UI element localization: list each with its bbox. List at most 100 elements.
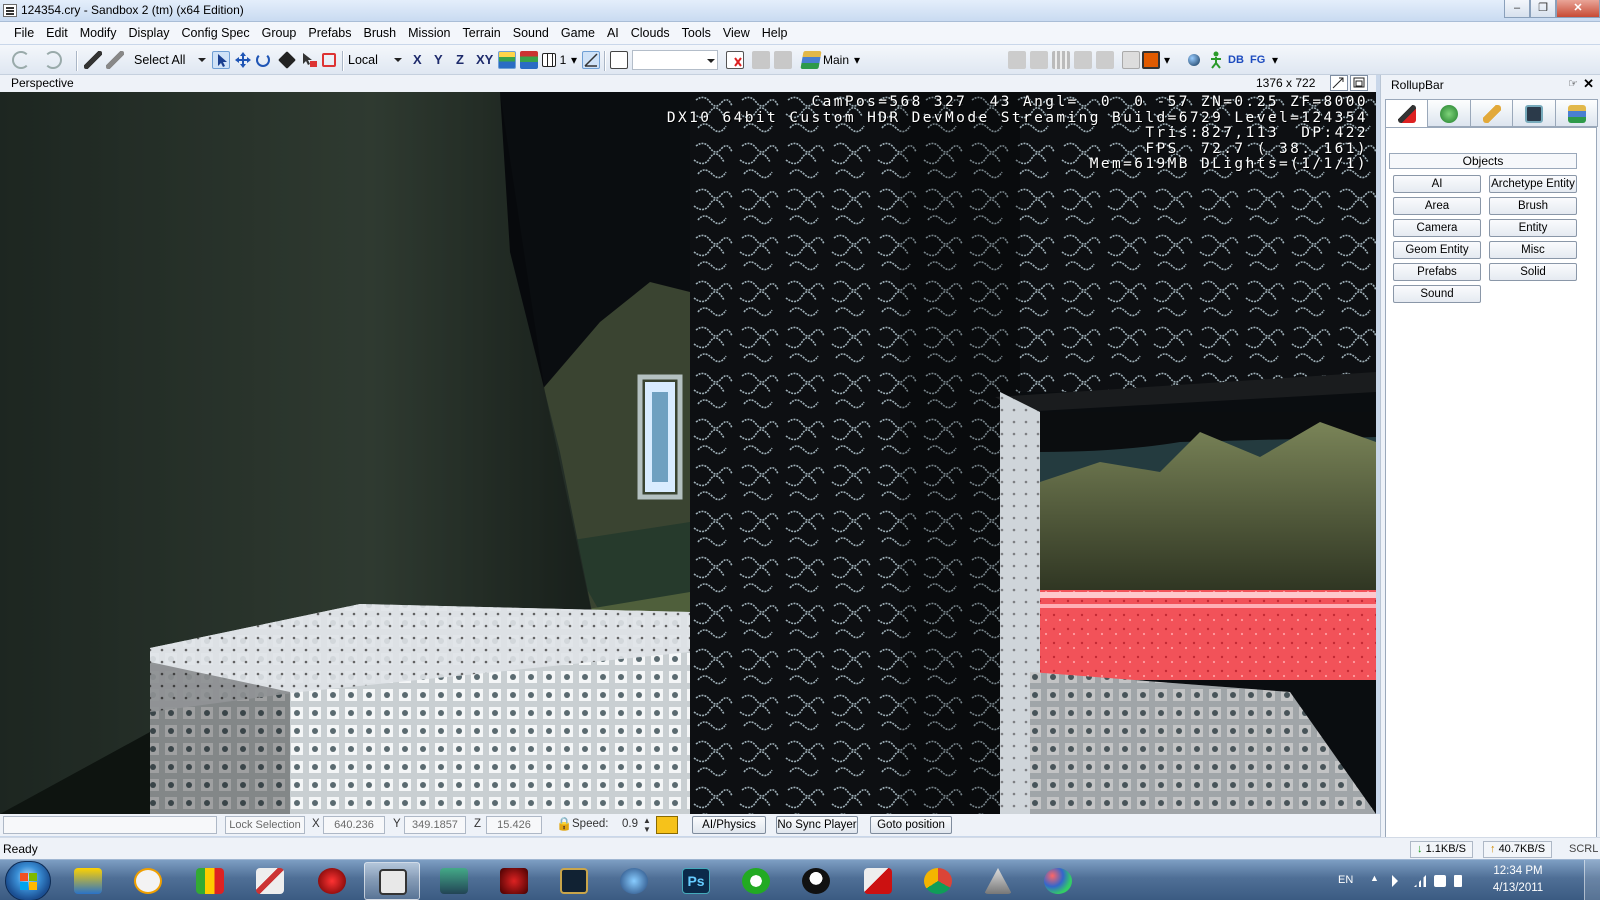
- taskbar-app-1[interactable]: [60, 862, 116, 900]
- axis-xy-button[interactable]: XY: [476, 50, 493, 70]
- globe-icon[interactable]: [1188, 54, 1200, 66]
- taskbar-app-3[interactable]: [182, 862, 238, 900]
- taskbar-app-10[interactable]: [606, 862, 662, 900]
- speed-value[interactable]: 0.9: [622, 818, 638, 830]
- chevron-down-icon[interactable]: ▾: [570, 50, 578, 70]
- move-tool-icon[interactable]: [234, 51, 252, 69]
- minimize-button[interactable]: –: [1504, 0, 1530, 18]
- network-icon[interactable]: [1414, 875, 1426, 887]
- fg-button[interactable]: FG: [1250, 50, 1265, 70]
- menu-file[interactable]: File: [8, 22, 40, 44]
- taskbar-app-2[interactable]: [120, 862, 176, 900]
- layers-icon[interactable]: [800, 51, 822, 69]
- unlink-icon[interactable]: [106, 51, 124, 69]
- taskbar-app-16[interactable]: [970, 862, 1026, 900]
- toolbar-overflow-icon[interactable]: ▾: [852, 50, 862, 70]
- layer-label[interactable]: Main: [822, 50, 850, 70]
- menu-clouds[interactable]: Clouds: [625, 22, 676, 44]
- object-entity-button[interactable]: Entity: [1489, 219, 1577, 237]
- z-coordinate-field[interactable]: 15.426: [486, 816, 542, 834]
- ai-physics-button[interactable]: AI/Physics: [692, 816, 766, 834]
- select-tool-icon[interactable]: [212, 51, 230, 69]
- tray-expand-icon[interactable]: ▲: [1370, 873, 1379, 883]
- select-all-dropdown[interactable]: Select All: [134, 50, 208, 70]
- lock-icon[interactable]: 🔒: [556, 816, 572, 832]
- unfreeze-icon[interactable]: [774, 51, 792, 69]
- taskbar-app-14[interactable]: [850, 862, 906, 900]
- taskbar-sandbox[interactable]: [364, 862, 420, 900]
- menu-view[interactable]: View: [717, 22, 756, 44]
- physics-icon[interactable]: [1122, 51, 1140, 69]
- record-icon[interactable]: [1142, 51, 1160, 69]
- align-grid-icon[interactable]: [1096, 51, 1114, 69]
- speed-stepper-icon[interactable]: ▲ ▼: [643, 816, 651, 834]
- link-icon[interactable]: [84, 51, 102, 69]
- taskbar-photoshop[interactable]: Ps: [668, 862, 724, 900]
- axis-x-button[interactable]: X: [413, 50, 422, 70]
- object-sound-button[interactable]: Sound: [1393, 285, 1481, 303]
- menu-ai[interactable]: AI: [601, 22, 625, 44]
- taskbar-app-13[interactable]: [788, 862, 844, 900]
- clock-time[interactable]: 12:34 PM: [1488, 865, 1548, 877]
- axis-y-button[interactable]: Y: [434, 50, 443, 70]
- pin-icon[interactable]: ☞: [1568, 77, 1578, 90]
- tab-modeling[interactable]: [1469, 99, 1514, 127]
- menu-game[interactable]: Game: [555, 22, 601, 44]
- redo-icon[interactable]: [44, 51, 62, 69]
- taskbar-app-17[interactable]: [1030, 862, 1086, 900]
- menu-edit[interactable]: Edit: [40, 22, 74, 44]
- object-camera-button[interactable]: Camera: [1393, 219, 1481, 237]
- player-icon[interactable]: [1208, 51, 1226, 69]
- y-coordinate-field[interactable]: 349.1857: [404, 816, 466, 834]
- menu-brush[interactable]: Brush: [357, 22, 402, 44]
- goto-position-button[interactable]: Goto position: [870, 816, 952, 834]
- tab-display[interactable]: [1512, 99, 1556, 127]
- object-ai-button[interactable]: AI: [1393, 175, 1481, 193]
- object-geom-entity-button[interactable]: Geom Entity: [1393, 241, 1481, 259]
- tab-objects[interactable]: [1385, 99, 1429, 127]
- close-icon[interactable]: ✕: [1583, 76, 1594, 92]
- taskbar-app-4[interactable]: [242, 862, 298, 900]
- menu-tools[interactable]: Tools: [676, 22, 717, 44]
- scale-tool-icon[interactable]: [278, 51, 296, 69]
- close-button[interactable]: ✕: [1556, 0, 1600, 18]
- drop-to-ground-icon[interactable]: [1074, 51, 1092, 69]
- action-center-icon[interactable]: [1434, 875, 1446, 887]
- undo-icon[interactable]: [12, 51, 30, 69]
- tab-layers[interactable]: [1554, 99, 1599, 127]
- language-indicator[interactable]: EN: [1338, 874, 1353, 886]
- axis-z-button[interactable]: Z: [456, 50, 464, 70]
- taskbar-app-5[interactable]: [304, 862, 360, 900]
- coord-system-dropdown[interactable]: Local: [348, 50, 404, 70]
- snap-icon[interactable]: [322, 53, 336, 67]
- align-left-icon[interactable]: [1008, 51, 1026, 69]
- clock-date[interactable]: 4/13/2011: [1488, 882, 1548, 894]
- menu-mission[interactable]: Mission: [402, 22, 456, 44]
- toolbar-overflow-icon[interactable]: ▾: [1162, 50, 1172, 70]
- menu-terrain[interactable]: Terrain: [457, 22, 507, 44]
- viewport-name[interactable]: Perspective: [11, 76, 74, 90]
- snap-to-objects-icon[interactable]: [520, 51, 538, 69]
- perspective-viewport[interactable]: CamPos=568 327 43 Angl= 0 0 -57 ZN=0.25 …: [0, 92, 1376, 814]
- tab-terrain[interactable]: [1427, 99, 1471, 127]
- menu-prefabs[interactable]: Prefabs: [302, 22, 357, 44]
- show-desktop-button[interactable]: [1584, 860, 1600, 900]
- taskbar-chrome[interactable]: [910, 862, 966, 900]
- menu-modify[interactable]: Modify: [74, 22, 123, 44]
- align-right-icon[interactable]: [1030, 51, 1048, 69]
- object-area-button[interactable]: Area: [1393, 197, 1481, 215]
- maximize-viewport-icon[interactable]: [1350, 75, 1368, 91]
- start-button[interactable]: [5, 861, 51, 900]
- battery-icon[interactable]: [1454, 875, 1462, 887]
- object-brush-button[interactable]: Brush: [1489, 197, 1577, 215]
- selection-list-icon[interactable]: [610, 51, 628, 69]
- db-button[interactable]: DB: [1228, 50, 1244, 70]
- taskbar-app-8[interactable]: [486, 862, 542, 900]
- toolbar-overflow-icon[interactable]: ▾: [1270, 50, 1280, 70]
- terrain-follow-icon[interactable]: [498, 51, 516, 69]
- freeze-icon[interactable]: [752, 51, 770, 69]
- menu-display[interactable]: Display: [123, 22, 176, 44]
- viewport-options-icon[interactable]: [1330, 75, 1348, 91]
- array-icon[interactable]: [1052, 51, 1070, 69]
- select-terrain-icon[interactable]: [300, 51, 318, 69]
